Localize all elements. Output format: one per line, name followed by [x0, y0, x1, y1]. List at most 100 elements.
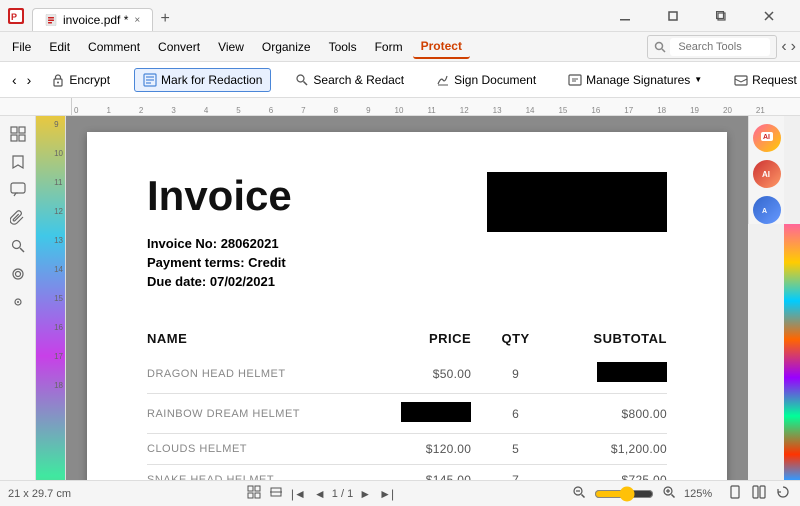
ai-assistant-1[interactable]: AI: [753, 124, 781, 152]
last-page-btn[interactable]: ►|: [377, 487, 396, 501]
menu-file[interactable]: File: [4, 36, 39, 58]
sign-document-btn[interactable]: Sign Document: [428, 69, 544, 91]
invoice-table: NAME PRICE QTY SUBTOTAL DRAGON HEAD HELM…: [147, 323, 667, 480]
sidebar-properties-icon[interactable]: [8, 292, 28, 312]
sidebar-attachment-icon[interactable]: [8, 208, 28, 228]
close-btn[interactable]: [746, 0, 792, 32]
invoice-left-header: Invoice Invoice No: 28062021 Payment ter…: [147, 172, 292, 293]
col-price-header: PRICE: [369, 323, 471, 354]
lock-icon: [51, 73, 65, 87]
tab-bar: invoice.pdf * × +: [32, 0, 602, 31]
esign-icon: [734, 73, 748, 87]
sidebar-bookmark-icon[interactable]: [8, 152, 28, 172]
row-3-qty: 5: [471, 434, 560, 465]
page-num-14: 14: [54, 265, 63, 274]
fit-width-btn[interactable]: [267, 485, 285, 502]
manage-signatures-btn[interactable]: Manage Signatures ▼: [560, 69, 710, 91]
sign-icon: [436, 73, 450, 87]
table-row: DRAGON HEAD HELMET $50.00 9: [147, 354, 667, 394]
right-panel: AI AI A: [748, 116, 800, 480]
tab-close-btn[interactable]: ×: [134, 15, 140, 26]
toolbar-back-btn[interactable]: ‹: [8, 70, 21, 90]
sidebar-thumbnail-icon[interactable]: [8, 124, 28, 144]
request-esign-btn[interactable]: Request eSign !: [726, 69, 800, 91]
prev-page-btn[interactable]: ◄: [312, 487, 328, 501]
col-qty-header: QTY: [471, 323, 560, 354]
sidebar-comment-icon[interactable]: [8, 180, 28, 200]
search-redact-icon: [295, 73, 309, 87]
zoom-in-btn[interactable]: [660, 485, 678, 502]
row-2-subtotal: $800.00: [560, 394, 667, 434]
toolbar: ‹ › Encrypt Mark for Redaction Search & …: [0, 62, 800, 98]
due-date-row: Due date: 07/02/2021: [147, 274, 292, 289]
file-tab[interactable]: invoice.pdf * ×: [32, 8, 153, 31]
ai-assistant-2[interactable]: AI: [753, 160, 781, 188]
mark-redaction-btn[interactable]: Mark for Redaction: [134, 68, 271, 92]
svg-text:AI: AI: [763, 134, 770, 141]
status-bar: 21 x 29.7 cm |◄ ◄ 1 / 1 ► ►| 125%: [0, 480, 800, 506]
rotate-btn[interactable]: [774, 485, 792, 502]
mark-redaction-icon: [143, 73, 157, 87]
header-redacted-image: [487, 172, 667, 232]
status-right: 125%: [570, 485, 792, 502]
svg-text:P: P: [11, 12, 17, 22]
single-page-btn[interactable]: [726, 485, 744, 502]
first-page-btn[interactable]: |◄: [289, 487, 308, 501]
row-1-subtotal: [560, 354, 667, 394]
manage-sigs-dropdown[interactable]: ▼: [694, 75, 702, 84]
page-num-10: 10: [54, 149, 63, 158]
search-redact-btn[interactable]: Search & Redact: [287, 69, 412, 91]
add-tab-btn[interactable]: +: [153, 7, 177, 31]
page-dimensions: 21 x 29.7 cm: [8, 488, 71, 500]
row-2-price: [369, 394, 471, 434]
search-tools-input[interactable]: [670, 38, 770, 56]
pdf-file-icon: [45, 14, 57, 26]
menu-tools[interactable]: Tools: [321, 36, 365, 58]
fit-page-btn[interactable]: [245, 485, 263, 502]
sidebar-layers-icon[interactable]: [8, 264, 28, 284]
sidebar-search-icon[interactable]: [8, 236, 28, 256]
row-1-qty: 9: [471, 354, 560, 394]
two-page-btn[interactable]: [750, 485, 768, 502]
office-assistant[interactable]: A: [753, 196, 781, 224]
page-num-16: 16: [54, 323, 63, 332]
thumbnail-panel: 9 10 11 12 13 14 15 16 17 18: [36, 116, 66, 480]
office-icon: A: [760, 203, 774, 217]
svg-text:AI: AI: [762, 170, 770, 179]
menu-convert[interactable]: Convert: [150, 36, 208, 58]
ruler: 0 1 2 3 4 5 6 7 8 9 10 11 12 13 14 15 16…: [0, 98, 800, 116]
table-row: SNAKE HEAD HELMET $145.00 7 $725.00: [147, 465, 667, 481]
menu-form[interactable]: Form: [367, 36, 411, 58]
row-3-name: CLOUDS HELMET: [147, 434, 369, 465]
row-1-price: $50.00: [369, 354, 471, 394]
row-4-qty: 7: [471, 465, 560, 481]
nav-forward-btn[interactable]: ›: [791, 38, 796, 56]
row-4-subtotal: $725.00: [560, 465, 667, 481]
maximize-btn[interactable]: [698, 0, 744, 32]
pdf-page: Invoice Invoice No: 28062021 Payment ter…: [87, 132, 727, 480]
menu-organize[interactable]: Organize: [254, 36, 319, 58]
minimize-btn[interactable]: [602, 0, 648, 32]
row-3-price: $120.00: [369, 434, 471, 465]
row-2-name: RAINBOW DREAM HELMET: [147, 394, 369, 434]
menu-protect[interactable]: Protect: [413, 35, 470, 59]
menu-comment[interactable]: Comment: [80, 36, 148, 58]
toolbar-forward-btn[interactable]: ›: [23, 70, 36, 90]
menu-view[interactable]: View: [210, 36, 252, 58]
app-icon: P: [8, 8, 24, 24]
svg-text:A: A: [762, 208, 767, 215]
title-bar-left: P: [8, 8, 24, 24]
encrypt-btn[interactable]: Encrypt: [43, 69, 118, 91]
content-area[interactable]: Invoice Invoice No: 28062021 Payment ter…: [66, 116, 748, 480]
row-4-name: SNAKE HEAD HELMET: [147, 465, 369, 481]
zoom-out-btn[interactable]: [570, 485, 588, 502]
ai-icon: AI: [760, 167, 774, 181]
restore-btn[interactable]: [650, 0, 696, 32]
menu-bar: File Edit Comment Convert View Organize …: [0, 32, 800, 62]
zoom-slider[interactable]: [594, 486, 654, 502]
menu-edit[interactable]: Edit: [41, 36, 78, 58]
nav-back-btn[interactable]: ‹: [781, 38, 786, 56]
page-num-9: 9: [54, 120, 63, 129]
next-page-btn[interactable]: ►: [357, 487, 373, 501]
invoice-header: Invoice Invoice No: 28062021 Payment ter…: [147, 172, 667, 293]
